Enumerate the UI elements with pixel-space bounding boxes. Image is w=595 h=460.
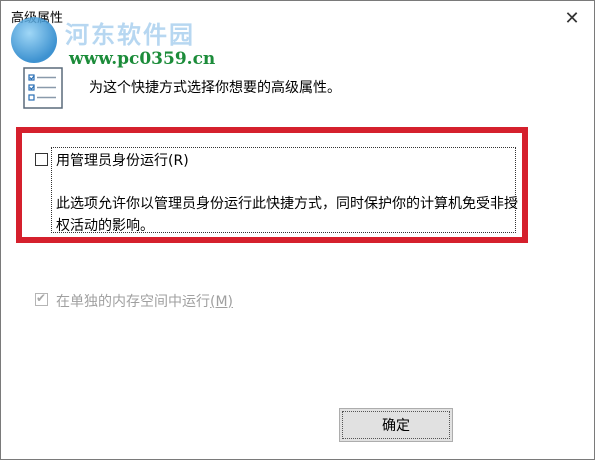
watermark: 河东软件园 www.pc0359.cn <box>11 9 261 71</box>
run-as-admin-label[interactable]: 用管理员身份运行(R) <box>56 150 189 170</box>
separate-memory-label: 在单独的内存空间中运行(M) <box>56 294 234 310</box>
properties-list-icon <box>23 67 63 109</box>
run-as-admin-description: 此选项允许你以管理员身份运行此快捷方式，同时保护你的计算机免受非授权活动的影响。 <box>56 196 518 234</box>
watermark-site-name: 河东软件园 <box>65 20 195 49</box>
separate-memory-checkbox[interactable]: ✔ <box>35 291 48 306</box>
watermark-logo-icon <box>11 17 57 63</box>
separate-memory-access-key: (M) <box>210 294 234 310</box>
close-icon[interactable]: ✕ <box>558 7 586 31</box>
watermark-url: www.pc0359.cn <box>69 49 216 69</box>
run-as-admin-checkbox[interactable] <box>35 153 48 166</box>
checkmark-icon: ✔ <box>36 291 47 305</box>
ok-button[interactable]: 确定 <box>339 408 453 442</box>
header-description: 为这个快捷方式选择你想要的高级属性。 <box>89 80 341 96</box>
run-as-admin-access-key: (R) <box>168 153 189 169</box>
advanced-properties-dialog: 高级属性 ✕ 河东软件园 www.pc0359.cn 为这个快捷方式选择你想要的… <box>0 0 595 460</box>
